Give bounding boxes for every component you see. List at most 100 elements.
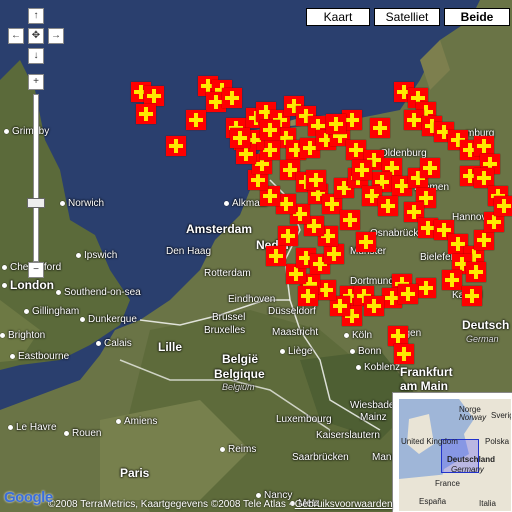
place-amsterdam: Amsterdam: [186, 222, 253, 236]
overview-italia: Italia: [479, 499, 496, 508]
zoom-slider-track[interactable]: [33, 94, 39, 262]
pan-center-button[interactable]: ✥: [28, 28, 44, 44]
location-marker[interactable]: [370, 118, 390, 138]
zoom-out-button[interactable]: −: [28, 262, 44, 278]
location-marker[interactable]: [474, 168, 494, 188]
place-paris: Paris: [120, 466, 150, 480]
minus-icon: −: [33, 264, 39, 275]
place-saarbrucken: Saarbrücken: [292, 452, 349, 463]
location-marker[interactable]: [298, 286, 318, 306]
location-marker[interactable]: [306, 170, 326, 190]
place-liege: Liège: [280, 346, 312, 357]
map-type-kaart[interactable]: Kaart: [306, 8, 370, 26]
location-marker[interactable]: [462, 286, 482, 306]
location-marker[interactable]: [420, 158, 440, 178]
location-marker[interactable]: [378, 196, 398, 216]
location-marker[interactable]: [346, 140, 366, 160]
place-norwich: Norwich: [60, 198, 104, 209]
location-marker[interactable]: [136, 104, 156, 124]
location-marker[interactable]: [474, 136, 494, 156]
location-marker[interactable]: [266, 246, 286, 266]
overview-sverige: Sverige: [491, 411, 511, 420]
place-belgique: Belgique: [214, 367, 265, 381]
google-logo[interactable]: Google: [4, 489, 53, 506]
overview-polska: Polska: [485, 437, 510, 446]
place-dusseldorf: Düsseldorf: [268, 306, 316, 317]
map-type-beide[interactable]: Beide: [444, 8, 510, 26]
place-frankfurt: Frankfurt am Main: [400, 365, 453, 393]
map[interactable]: Grimsby Norwich Ipswich Chelmsford Londo…: [0, 0, 512, 512]
arrow-up-icon: ↑: [33, 10, 39, 21]
place-deutschland: Deutsch: [462, 318, 510, 332]
overview-germany: Germany: [451, 465, 484, 474]
arrow-left-icon: ←: [11, 30, 21, 41]
place-rotterdam: Rotterdam: [204, 268, 251, 279]
place-le-havre: Le Havre: [8, 422, 57, 433]
place-maastricht: Maastricht: [272, 327, 319, 338]
place-london: London: [2, 278, 54, 292]
location-marker[interactable]: [394, 344, 414, 364]
location-marker[interactable]: [494, 196, 512, 216]
place-belgie: België: [222, 352, 259, 366]
location-marker[interactable]: [144, 86, 164, 106]
place-germany: German: [466, 334, 499, 344]
overview-map[interactable]: Norge Norway Sverige United Kingdom Pols…: [392, 392, 512, 512]
location-marker[interactable]: [442, 270, 462, 290]
place-lille: Lille: [158, 340, 183, 354]
location-marker[interactable]: [340, 210, 360, 230]
place-brighton: Brighton: [0, 330, 45, 341]
map-type-satelliet[interactable]: Satelliet: [374, 8, 440, 26]
location-marker[interactable]: [260, 120, 280, 140]
zoom-in-button[interactable]: +: [28, 74, 44, 90]
location-marker[interactable]: [416, 278, 436, 298]
place-brussel: Brussel: [212, 312, 246, 323]
overview-map-canvas: Norge Norway Sverige United Kingdom Pols…: [399, 399, 511, 511]
place-grimsby: Grimsby: [4, 126, 49, 137]
location-marker[interactable]: [186, 110, 206, 130]
copyright-bar: ©2008 TerraMetrics, Kaartgegevens ©2008 …: [4, 499, 393, 510]
location-marker[interactable]: [230, 128, 250, 148]
overview-united-kingdom: United Kingdom: [401, 437, 458, 446]
place-southend: Southend-on-sea: [56, 287, 141, 298]
location-marker[interactable]: [404, 110, 424, 130]
place-ipswich: Ipswich: [76, 250, 117, 261]
location-marker[interactable]: [398, 284, 418, 304]
place-koln: Köln: [344, 330, 372, 341]
overview-france: France: [435, 479, 460, 488]
map-type-control: Kaart Satelliet Beide: [306, 8, 510, 26]
place-reims: Reims: [220, 444, 256, 455]
place-rouen: Rouen: [64, 428, 101, 439]
location-marker[interactable]: [474, 230, 494, 250]
terms-link[interactable]: Gebruiksvoorwaarden: [295, 499, 393, 510]
location-marker[interactable]: [166, 136, 186, 156]
place-gillingham: Gillingham: [24, 306, 79, 317]
place-calais: Calais: [96, 338, 132, 349]
zoom-slider-knob[interactable]: [27, 198, 45, 208]
pan-right-button[interactable]: →: [48, 28, 64, 44]
place-luxembourg: Luxembourg: [276, 414, 332, 425]
pan-down-button[interactable]: ↓: [28, 48, 44, 64]
center-icon: ✥: [31, 30, 41, 41]
overview-norway: Norway: [459, 413, 487, 422]
place-kaiserslautern: Kaiserslautern: [316, 430, 380, 441]
pan-left-button[interactable]: ←: [8, 28, 24, 44]
overview-espana: España: [419, 497, 447, 506]
location-marker[interactable]: [356, 232, 376, 252]
location-marker[interactable]: [364, 296, 384, 316]
location-marker[interactable]: [326, 114, 346, 134]
location-marker[interactable]: [324, 244, 344, 264]
place-eastbourne: Eastbourne: [10, 351, 69, 362]
arrow-down-icon: ↓: [33, 50, 39, 61]
location-marker[interactable]: [388, 326, 408, 346]
place-amiens: Amiens: [116, 416, 157, 427]
place-bonn: Bonn: [350, 346, 381, 357]
location-marker[interactable]: [352, 160, 372, 180]
location-marker[interactable]: [278, 226, 298, 246]
location-marker[interactable]: [466, 262, 486, 282]
arrow-right-icon: →: [51, 30, 61, 41]
location-marker[interactable]: [222, 88, 242, 108]
pan-up-button[interactable]: ↑: [28, 8, 44, 24]
place-osnabruck: Osnabrück: [370, 228, 419, 239]
place-dunkerque: Dunkerque: [80, 314, 137, 325]
place-eindhoven: Eindhoven: [228, 294, 276, 305]
